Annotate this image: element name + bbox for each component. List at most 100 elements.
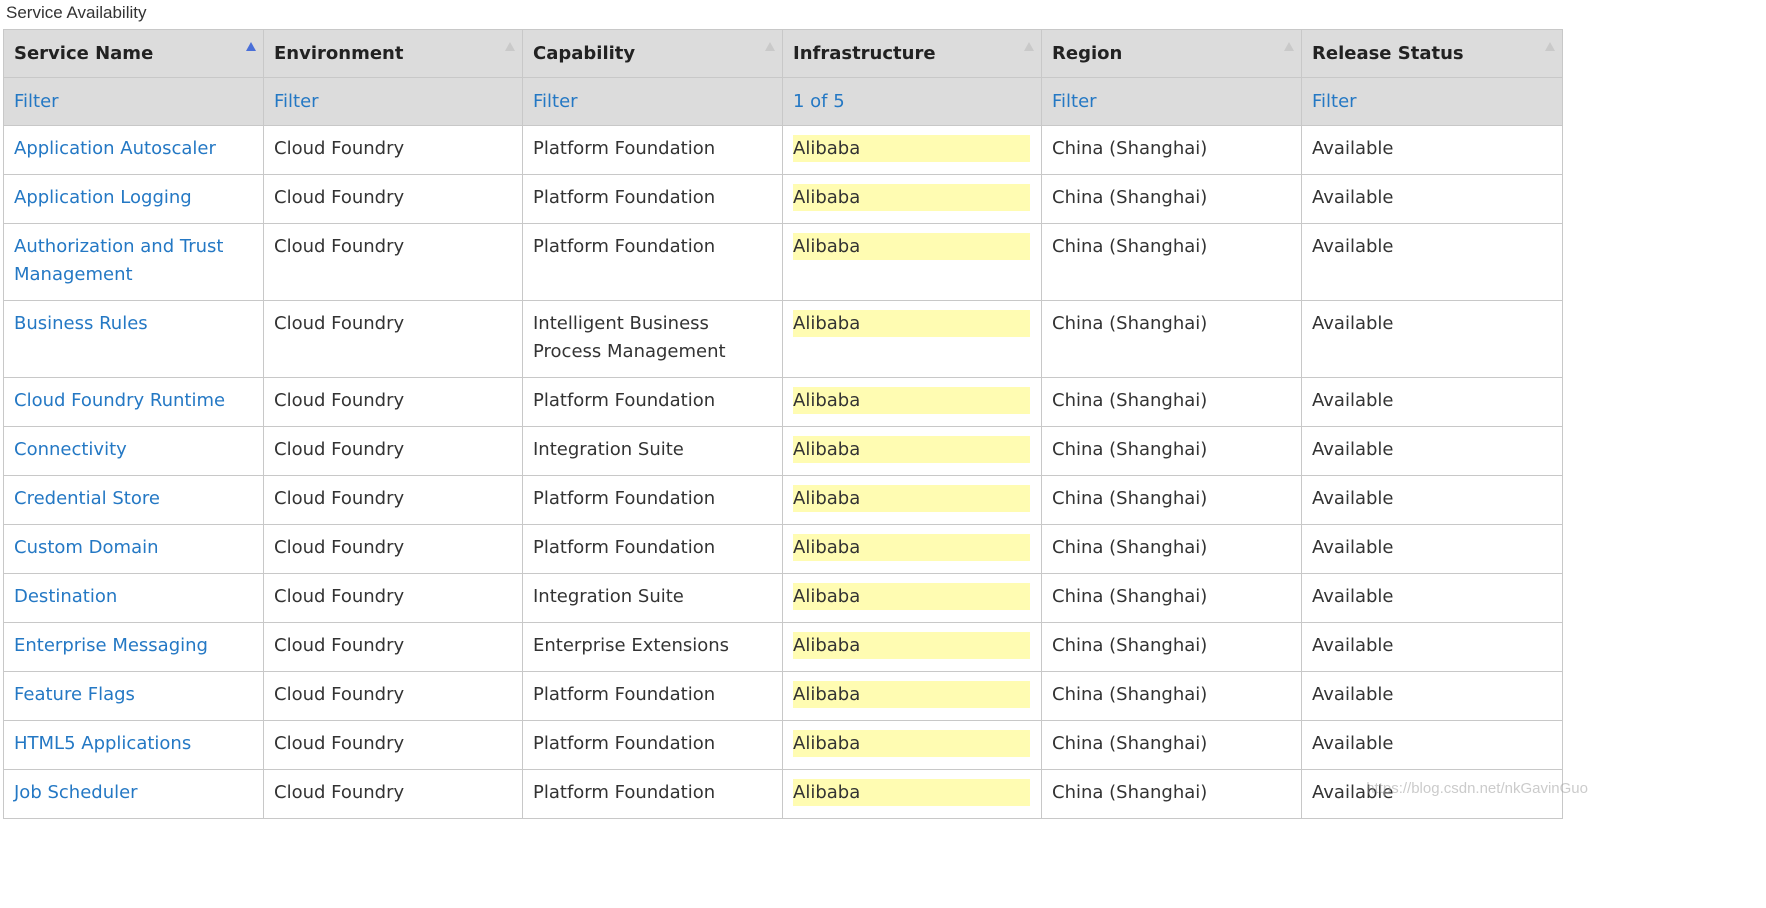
table-row: Cloud Foundry Runtime Cloud Foundry Plat… <box>3 377 1563 427</box>
sort-icon[interactable] <box>505 42 515 51</box>
service-name-cell: Enterprise Messaging <box>3 622 264 672</box>
capability-cell: Integration Suite <box>522 573 783 623</box>
table-row: Custom Domain Cloud Foundry Platform Fou… <box>3 524 1563 574</box>
infrastructure-highlight: Alibaba <box>793 779 1030 806</box>
environment-cell: Cloud Foundry <box>263 300 523 378</box>
infrastructure-cell: Alibaba <box>782 524 1042 574</box>
service-link[interactable]: HTML5 Applications <box>14 733 191 754</box>
service-link[interactable]: Job Scheduler <box>14 782 138 803</box>
capability-cell: Platform Foundation <box>522 223 783 301</box>
region-cell: China (Shanghai) <box>1041 174 1302 224</box>
service-link[interactable]: Application Logging <box>14 187 192 208</box>
sort-icon[interactable] <box>1284 42 1294 51</box>
environment-cell: Cloud Foundry <box>263 174 523 224</box>
service-link[interactable]: Connectivity <box>14 439 127 460</box>
column-header-capability[interactable]: Capability <box>522 29 783 78</box>
release-status-cell: Available <box>1301 475 1563 525</box>
region-cell: China (Shanghai) <box>1041 524 1302 574</box>
service-name-cell: Custom Domain <box>3 524 264 574</box>
release-status-cell: Available <box>1301 174 1563 224</box>
environment-cell: Cloud Foundry <box>263 671 523 721</box>
environment-cell: Cloud Foundry <box>263 622 523 672</box>
column-header-region[interactable]: Region <box>1041 29 1302 78</box>
service-link[interactable]: Application Autoscaler <box>14 138 216 159</box>
capability-cell: Platform Foundation <box>522 174 783 224</box>
infrastructure-highlight: Alibaba <box>793 485 1030 512</box>
region-cell: China (Shanghai) <box>1041 769 1302 819</box>
service-name-cell: Feature Flags <box>3 671 264 721</box>
environment-cell: Cloud Foundry <box>263 524 523 574</box>
filter-environment[interactable]: Filter <box>263 77 523 126</box>
environment-cell: Cloud Foundry <box>263 475 523 525</box>
infrastructure-cell: Alibaba <box>782 125 1042 175</box>
column-header-release-status[interactable]: Release Status <box>1301 29 1563 78</box>
infrastructure-highlight: Alibaba <box>793 135 1030 162</box>
capability-cell: Platform Foundation <box>522 524 783 574</box>
column-header-infrastructure[interactable]: Infrastructure <box>782 29 1042 78</box>
region-cell: China (Shanghai) <box>1041 671 1302 721</box>
column-header-label: Capability <box>533 43 636 64</box>
region-cell: China (Shanghai) <box>1041 426 1302 476</box>
region-cell: China (Shanghai) <box>1041 377 1302 427</box>
region-cell: China (Shanghai) <box>1041 475 1302 525</box>
capability-cell: Integration Suite <box>522 426 783 476</box>
sort-ascending-icon[interactable] <box>246 42 256 51</box>
filter-row: Filter Filter Filter 1 of 5 Filter Filte… <box>3 77 1563 126</box>
filter-infrastructure[interactable]: 1 of 5 <box>782 77 1042 126</box>
environment-cell: Cloud Foundry <box>263 377 523 427</box>
header-row: Service Name Environment Capability Infr… <box>3 29 1563 78</box>
service-link[interactable]: Feature Flags <box>14 684 135 705</box>
service-name-cell: Business Rules <box>3 300 264 378</box>
service-name-cell: Application Autoscaler <box>3 125 264 175</box>
filter-release-status[interactable]: Filter <box>1301 77 1563 126</box>
column-header-label: Service Name <box>14 43 154 64</box>
capability-cell: Platform Foundation <box>522 377 783 427</box>
table-row: Business Rules Cloud Foundry Intelligent… <box>3 300 1563 378</box>
infrastructure-highlight: Alibaba <box>793 436 1030 463</box>
column-header-label: Infrastructure <box>793 43 936 64</box>
column-header-environment[interactable]: Environment <box>263 29 523 78</box>
service-link[interactable]: Credential Store <box>14 488 160 509</box>
capability-cell: Platform Foundation <box>522 125 783 175</box>
service-link[interactable]: Business Rules <box>14 313 148 334</box>
service-availability-table: Service Name Environment Capability Infr… <box>3 29 1563 819</box>
service-name-cell: HTML5 Applications <box>3 720 264 770</box>
environment-cell: Cloud Foundry <box>263 720 523 770</box>
filter-service-name[interactable]: Filter <box>3 77 264 126</box>
capability-cell: Platform Foundation <box>522 769 783 819</box>
service-link[interactable]: Custom Domain <box>14 537 159 558</box>
table-row: Enterprise Messaging Cloud Foundry Enter… <box>3 622 1563 672</box>
table-row: Destination Cloud Foundry Integration Su… <box>3 573 1563 623</box>
filter-capability[interactable]: Filter <box>522 77 783 126</box>
infrastructure-cell: Alibaba <box>782 769 1042 819</box>
sort-icon[interactable] <box>1545 42 1555 51</box>
table-row: HTML5 Applications Cloud Foundry Platfor… <box>3 720 1563 770</box>
service-name-cell: Job Scheduler <box>3 769 264 819</box>
infrastructure-highlight: Alibaba <box>793 310 1030 337</box>
service-name-cell: Connectivity <box>3 426 264 476</box>
region-cell: China (Shanghai) <box>1041 300 1302 378</box>
table-row: Feature Flags Cloud Foundry Platform Fou… <box>3 671 1563 721</box>
release-status-cell: Available <box>1301 426 1563 476</box>
service-name-cell: Application Logging <box>3 174 264 224</box>
sort-icon[interactable] <box>765 42 775 51</box>
filter-region[interactable]: Filter <box>1041 77 1302 126</box>
region-cell: China (Shanghai) <box>1041 720 1302 770</box>
service-name-cell: Authorization and Trust Management <box>3 223 264 301</box>
service-link[interactable]: Destination <box>14 586 117 607</box>
sort-icon[interactable] <box>1024 42 1034 51</box>
capability-cell: Platform Foundation <box>522 720 783 770</box>
infrastructure-highlight: Alibaba <box>793 583 1030 610</box>
release-status-cell: Available <box>1301 223 1563 301</box>
service-link[interactable]: Cloud Foundry Runtime <box>14 390 225 411</box>
release-status-cell: Available <box>1301 671 1563 721</box>
environment-cell: Cloud Foundry <box>263 426 523 476</box>
service-link[interactable]: Enterprise Messaging <box>14 635 208 656</box>
environment-cell: Cloud Foundry <box>263 573 523 623</box>
column-header-service-name[interactable]: Service Name <box>3 29 264 78</box>
release-status-cell: Available <box>1301 524 1563 574</box>
capability-cell: Platform Foundation <box>522 475 783 525</box>
infrastructure-cell: Alibaba <box>782 223 1042 301</box>
service-link[interactable]: Authorization and Trust Management <box>14 236 223 285</box>
infrastructure-cell: Alibaba <box>782 300 1042 378</box>
